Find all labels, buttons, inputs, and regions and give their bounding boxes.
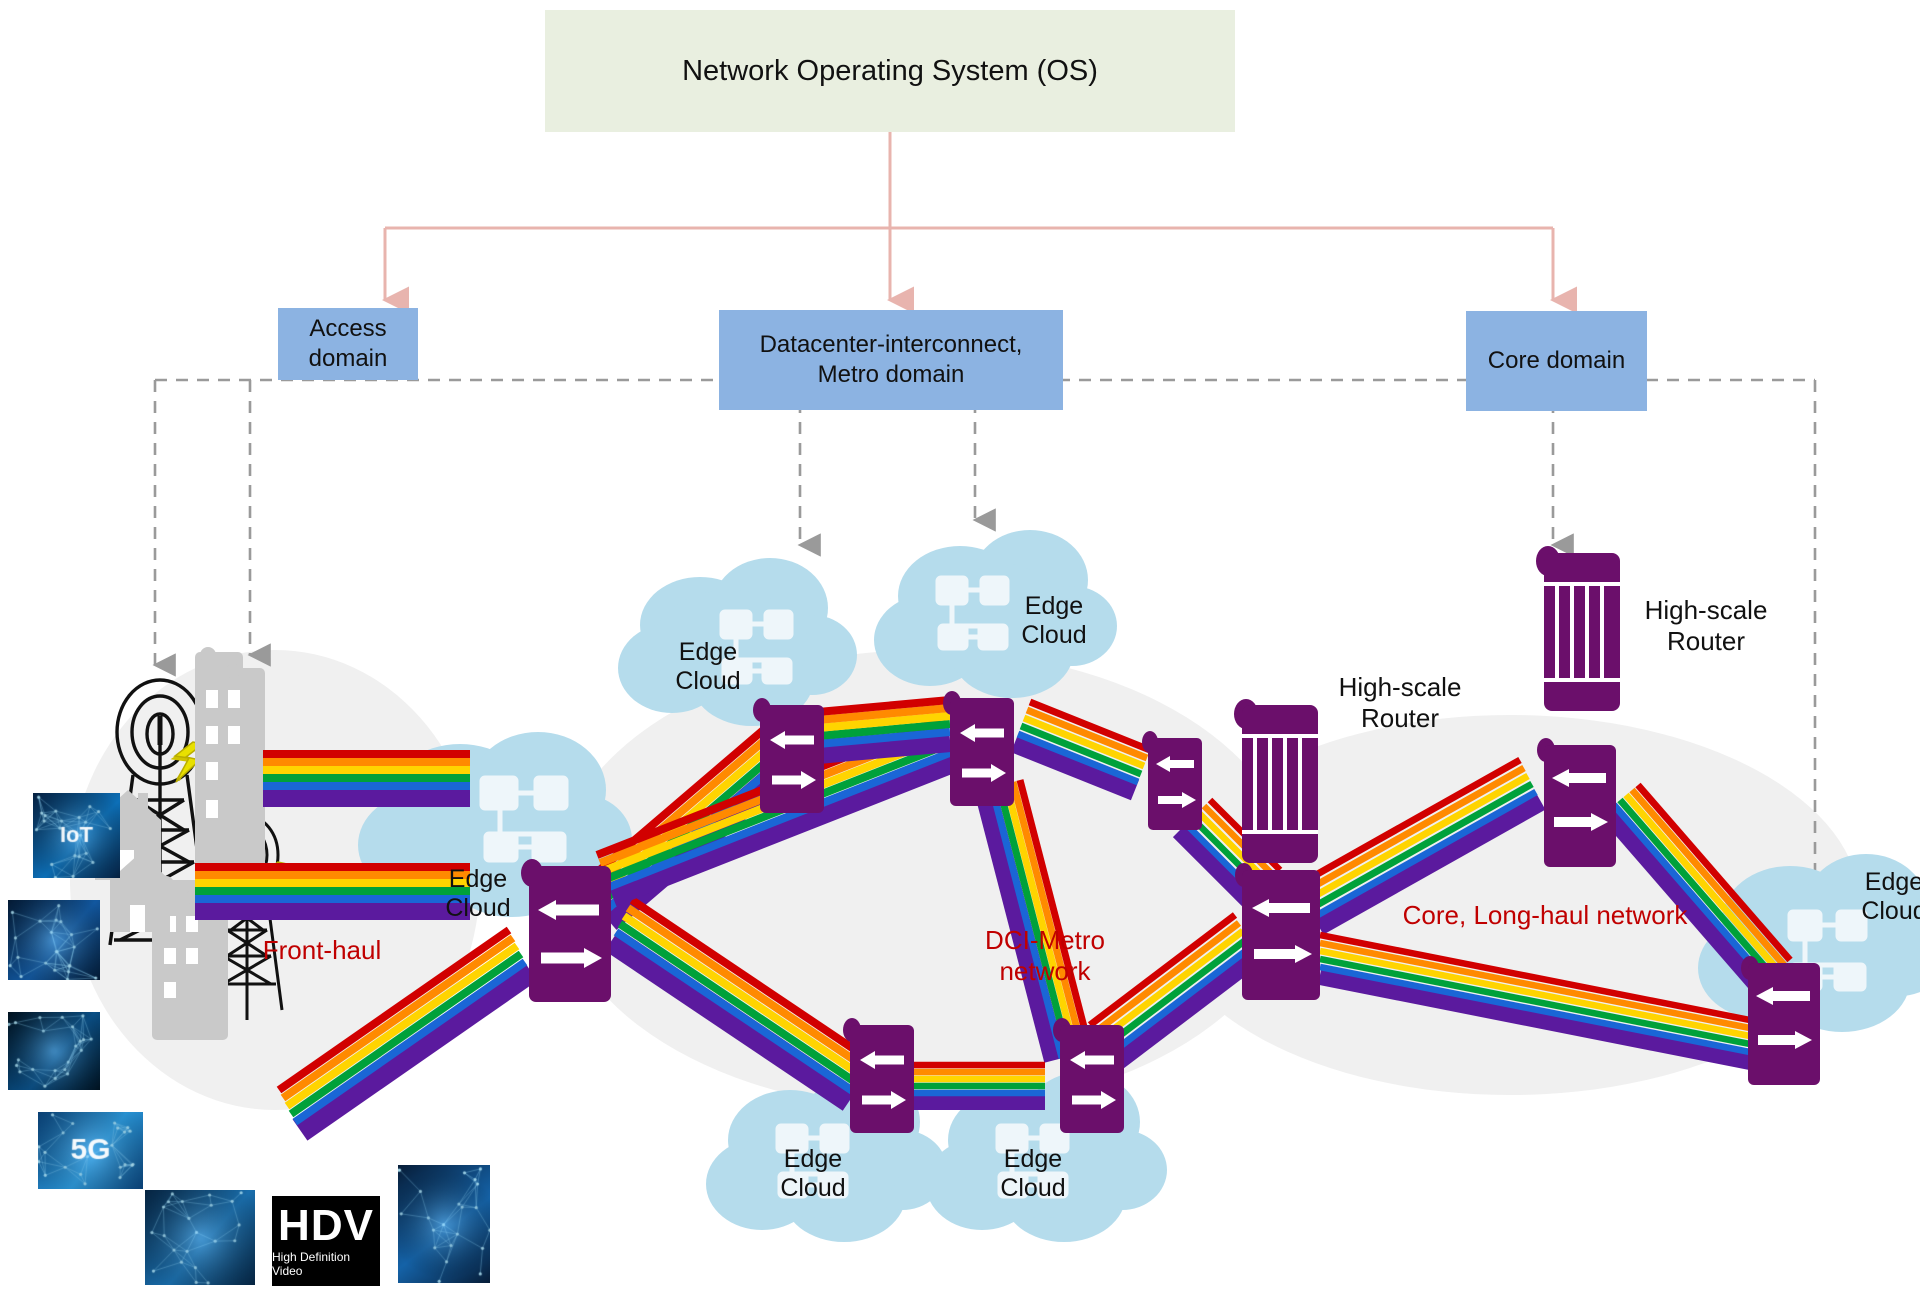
label-high-scale-router-core: High-scale Router	[1626, 595, 1786, 657]
switch-node-metro-bl[interactable]	[843, 1018, 914, 1133]
hdv-subcaption: High Definition Video	[272, 1250, 380, 1278]
fiber-access-upper	[263, 754, 470, 793]
high-scale-router-icon-metro[interactable]	[1234, 699, 1318, 863]
switch-node-core-right[interactable]	[1741, 956, 1820, 1085]
nos-box[interactable]: Network Operating System (OS)	[545, 10, 1235, 132]
hdv-caption: HDV	[278, 1204, 374, 1248]
thumbnail-touch	[398, 1165, 490, 1283]
label-edge-cloud-access: Edge Cloud	[430, 865, 526, 923]
label-dci-metro: DCI-Metro network	[955, 925, 1135, 987]
network-architecture-diagram: Network Operating System (OS) Access dom…	[0, 0, 1920, 1301]
fiber-metroleft-to-metrotop	[818, 700, 950, 752]
thumbnail-industry	[145, 1190, 255, 1285]
switch-node-access[interactable]	[521, 859, 611, 1002]
domain-label-dci: Datacenter-interconnect, Metro domain	[729, 330, 1053, 390]
switch-node-metro-right[interactable]	[1142, 731, 1202, 830]
label-edge-cloud-metro-bl: Edge Cloud	[765, 1145, 861, 1203]
thumbnail-vr	[8, 900, 100, 980]
nos-title: Network Operating System (OS)	[682, 55, 1098, 88]
office-building-icon	[195, 647, 265, 872]
label-core-longhaul: Core, Long-haul network	[1400, 900, 1690, 931]
thumbnail-5g	[38, 1112, 143, 1189]
label-high-scale-router-metro: High-scale Router	[1320, 672, 1480, 734]
switch-node-metro-br[interactable]	[1053, 1018, 1124, 1133]
domain-box-core[interactable]: Core domain	[1466, 311, 1647, 411]
fiber-access-lower	[195, 867, 470, 906]
thumbnail-iot	[33, 793, 120, 878]
label-edge-cloud-core-right: Edge Cloud	[1846, 868, 1920, 926]
label-edge-cloud-metro-left: Edge Cloud	[660, 638, 756, 696]
switch-node-core-junction[interactable]	[1235, 863, 1320, 1000]
nos-arrows	[385, 132, 1553, 300]
high-scale-router-icon-core[interactable]	[1536, 546, 1620, 711]
label-edge-cloud-metro-br: Edge Cloud	[985, 1145, 1081, 1203]
label-front-haul: Front-haul	[232, 935, 412, 966]
domain-box-dci[interactable]: Datacenter-interconnect, Metro domain	[719, 310, 1063, 410]
switch-node-metro-left[interactable]	[753, 698, 824, 813]
thumbnail-hdv: HDV High Definition Video	[272, 1196, 380, 1286]
domain-box-access[interactable]: Access domain	[278, 308, 418, 380]
thumbnail-bigdata	[8, 1012, 100, 1090]
label-edge-cloud-metro-top: Edge Cloud	[1006, 592, 1102, 650]
domain-label-access: Access domain	[278, 314, 418, 374]
domain-label-core: Core domain	[1488, 346, 1625, 376]
switch-node-metro-top[interactable]	[943, 691, 1014, 806]
switch-node-core-top[interactable]	[1537, 738, 1616, 867]
